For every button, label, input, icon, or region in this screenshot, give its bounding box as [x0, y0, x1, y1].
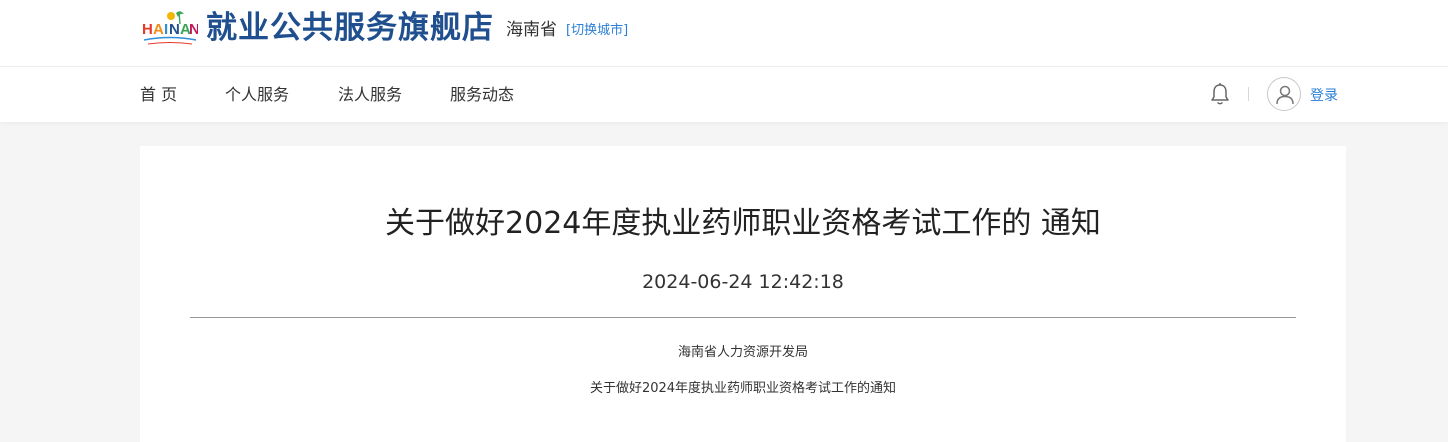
- province-label: 海南省: [506, 20, 557, 40]
- article-subtitle: 关于做好2024年度执业药师职业资格考试工作的通知: [589, 381, 897, 396]
- svg-text:A: A: [153, 21, 164, 38]
- article-date: 2024-06-24 12:42:18: [642, 271, 844, 293]
- nav-item-service-news[interactable]: 服务动态: [450, 67, 514, 123]
- nav-divider: [1248, 87, 1249, 101]
- main-nav: 首 页 个人服务 法人服务 服务动态 登录: [0, 66, 1448, 122]
- svg-text:I: I: [164, 21, 168, 38]
- nav-item-home[interactable]: 首 页: [140, 67, 177, 123]
- svg-text:N: N: [189, 21, 198, 38]
- svg-text:H: H: [142, 21, 153, 38]
- nav-item-corporate-services[interactable]: 法人服务: [338, 67, 402, 123]
- svg-text:N: N: [169, 21, 180, 38]
- nav-item-personal-services[interactable]: 个人服务: [225, 67, 289, 123]
- site-title: 就业公共服务旗舰店: [206, 10, 494, 46]
- switch-city-link[interactable]: [切换城市]: [566, 21, 628, 41]
- user-avatar-icon[interactable]: [1267, 77, 1301, 111]
- article-source: 海南省人力资源开发局: [677, 345, 808, 360]
- hainan-logo-icon[interactable]: H A I N A N: [140, 9, 200, 51]
- article-card: 关于做好2024年度执业药师职业资格考试工作的 通知 2024-06-24 12…: [140, 146, 1346, 442]
- article-title: 关于做好2024年度执业药师职业资格考试工作的 通知: [385, 206, 1101, 241]
- bell-icon[interactable]: [1209, 82, 1231, 106]
- article-divider: [190, 317, 1296, 318]
- login-link[interactable]: 登录: [1310, 85, 1338, 107]
- top-header: H A I N A N 就业公共服务旗舰店 海南省 [切换城市]: [0, 0, 1448, 66]
